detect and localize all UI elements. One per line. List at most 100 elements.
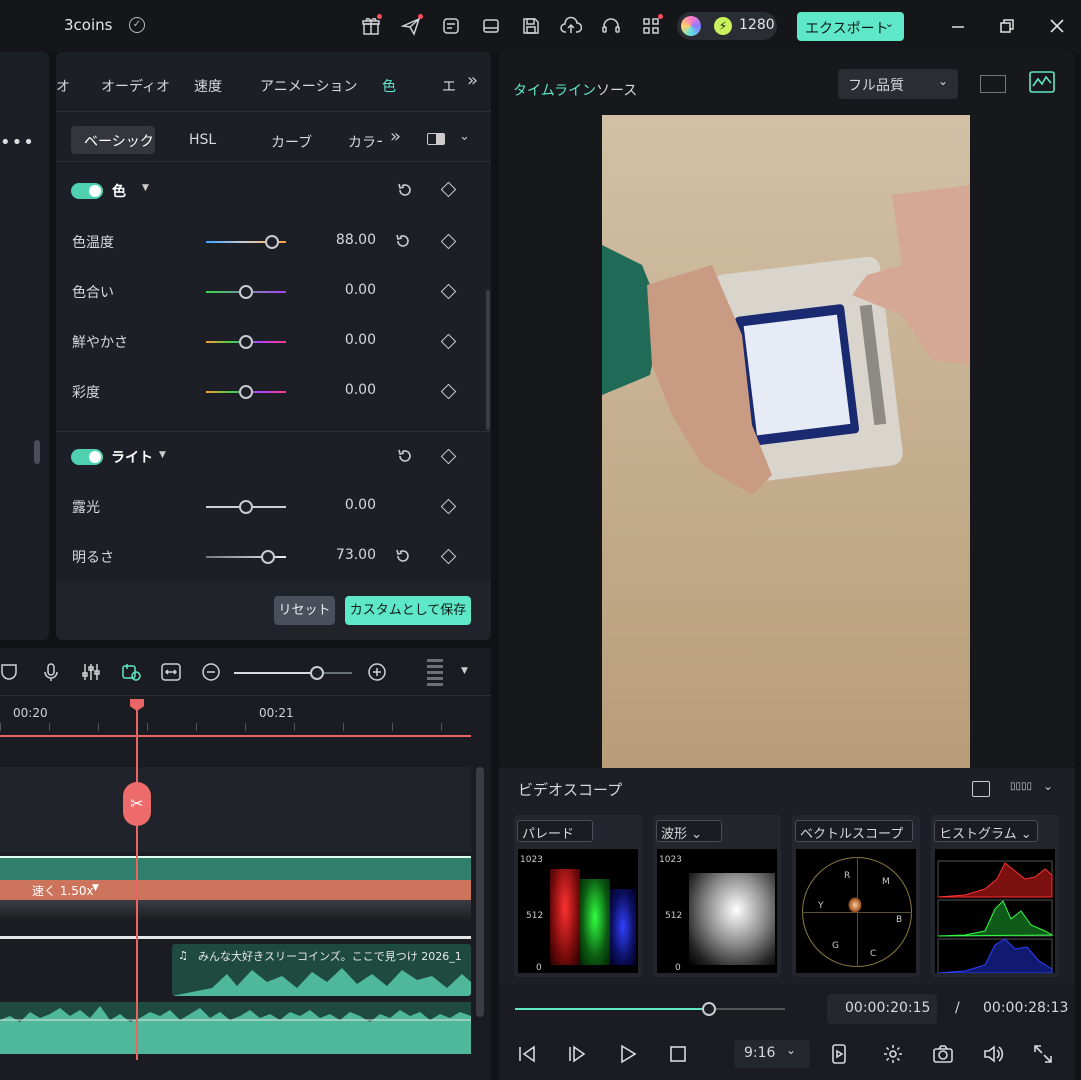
layout-icon[interactable] (479, 14, 503, 38)
slider-knob[interactable] (239, 285, 253, 299)
more-icon[interactable]: ••• (0, 132, 35, 153)
compare-icon[interactable] (427, 133, 445, 145)
subtab-hsl[interactable]: HSL (189, 132, 216, 148)
snapshot-icon[interactable] (932, 1043, 954, 1065)
scope-type-select[interactable]: パレード ⌄ (517, 820, 593, 857)
reset-icon[interactable] (396, 181, 414, 199)
audio-track-clip[interactable] (0, 1002, 471, 1054)
gift-icon[interactable] (359, 14, 383, 38)
caret-down-icon[interactable]: ▼ (92, 883, 99, 893)
scrollbar[interactable] (34, 440, 40, 464)
next-frame-icon[interactable] (566, 1043, 588, 1065)
scissors-icon[interactable]: ✂ (123, 782, 151, 826)
close-icon[interactable] (1045, 14, 1069, 38)
row-value[interactable]: 0.00 (316, 332, 376, 348)
chevron-down-icon[interactable]: ⌄ (1043, 779, 1053, 793)
apps-icon[interactable] (639, 14, 663, 38)
send-icon[interactable] (399, 14, 423, 38)
vibrance-slider[interactable] (206, 335, 286, 349)
tab-video[interactable]: オ (56, 76, 70, 96)
tab-audio[interactable]: オーディオ (101, 76, 170, 96)
save-custom-button[interactable]: カスタムとして保存 (345, 596, 471, 625)
reset-icon[interactable] (394, 547, 412, 565)
headset-icon[interactable] (599, 14, 623, 38)
aspect-ratio-select[interactable]: 9:16 ⌄ (734, 1040, 810, 1068)
slider-knob[interactable] (239, 385, 253, 399)
popout-icon[interactable] (972, 781, 990, 797)
zoom-out-icon[interactable] (200, 661, 222, 683)
audio-clip[interactable]: ♫ みんな大好きスリーコインズ。ここで見つけ 2026_1 (172, 944, 471, 996)
tab-animation[interactable]: アニメーション (260, 76, 357, 96)
brightness-slider[interactable] (206, 550, 286, 564)
video-preview[interactable] (602, 115, 970, 768)
scope-type-select[interactable]: ベクトルスコープ ⌄ (795, 820, 913, 857)
caret-down-icon[interactable]: ▼ (159, 450, 166, 460)
fit-timeline-icon[interactable] (160, 661, 182, 683)
progress-knob[interactable] (702, 1002, 717, 1016)
quality-select[interactable]: フル品質 ⌄ (838, 69, 958, 99)
video-clip[interactable] (0, 856, 471, 880)
subtab-curve[interactable]: カーブ (271, 132, 312, 152)
row-value[interactable]: 0.00 (316, 282, 376, 298)
grid-icon[interactable] (980, 75, 1006, 93)
slider-knob[interactable] (239, 335, 253, 349)
row-value[interactable]: 0.00 (316, 382, 376, 398)
light-toggle[interactable] (71, 449, 103, 465)
settings-icon[interactable] (882, 1043, 904, 1065)
render-preview-icon[interactable] (828, 1043, 850, 1065)
row-value[interactable]: 88.00 (316, 232, 376, 248)
progress-track[interactable] (515, 1002, 785, 1016)
fullscreen-icon[interactable] (1032, 1043, 1054, 1065)
scope-layout[interactable]: ▯▯▯▯ (1010, 781, 1032, 792)
tab-timeline[interactable]: タイムライン (513, 80, 596, 100)
restore-icon[interactable] (995, 14, 1019, 38)
row-value[interactable]: 0.00 (316, 497, 376, 513)
time-ruler[interactable]: 00:20 00:21 (0, 697, 471, 737)
task-icon[interactable] (439, 14, 463, 38)
tab-source[interactable]: ソース (596, 80, 637, 100)
scope-type-select[interactable]: 波形 ⌄ (656, 820, 722, 842)
stop-icon[interactable] (667, 1043, 689, 1065)
timeline-scrollbar[interactable] (476, 767, 484, 1017)
tint-slider[interactable] (206, 285, 286, 299)
shield-icon[interactable] (0, 661, 20, 683)
caret-down-icon[interactable]: ▼ (142, 183, 149, 193)
cloud-upload-icon[interactable] (559, 14, 583, 38)
audio-mixer-icon[interactable] (80, 661, 102, 683)
tab-effects[interactable]: エ (442, 76, 456, 96)
more-tabs-icon[interactable]: » (467, 70, 478, 91)
minimize-icon[interactable] (946, 14, 970, 38)
reset-button[interactable]: リセット (274, 596, 335, 625)
zoom-knob[interactable] (309, 666, 324, 680)
scrollbar[interactable] (486, 290, 490, 430)
play-icon[interactable] (617, 1043, 639, 1065)
reset-icon[interactable] (394, 232, 412, 250)
credits-pill[interactable]: ⚡ 1280 (677, 12, 777, 40)
previous-frame-icon[interactable] (516, 1043, 538, 1065)
playhead[interactable] (136, 700, 138, 1060)
keyframe-icon[interactable] (440, 181, 457, 198)
tab-speed[interactable]: 速度 (194, 76, 222, 96)
exposure-slider[interactable] (206, 500, 286, 514)
saved-check-icon[interactable]: ✓ (129, 17, 145, 33)
caret-down-icon[interactable]: ▼ (461, 666, 468, 676)
tab-color[interactable]: 色 (382, 76, 396, 96)
temperature-slider[interactable] (206, 235, 286, 249)
subtab-color-wheel[interactable]: カラー (348, 132, 382, 152)
slider-knob[interactable] (239, 500, 253, 514)
reset-icon[interactable] (396, 447, 414, 465)
color-toggle[interactable] (71, 183, 103, 199)
volume-icon[interactable] (982, 1043, 1004, 1065)
videoscope-icon[interactable] (1029, 71, 1055, 93)
chevron-down-icon[interactable]: ⌄ (459, 129, 470, 144)
track-height-icon[interactable] (427, 659, 443, 687)
scope-type-select[interactable]: ヒストグラム ⌄ (934, 820, 1038, 842)
saturation-slider[interactable] (206, 385, 286, 399)
row-value[interactable]: 73.00 (316, 547, 376, 563)
zoom-in-icon[interactable] (366, 661, 388, 683)
auto-ripple-icon[interactable] (120, 661, 142, 683)
zoom-slider[interactable] (234, 666, 352, 680)
more-subtabs-icon[interactable]: » (390, 126, 401, 147)
subtab-basic[interactable]: ベーシック (71, 126, 155, 154)
speed-bar[interactable]: 速く 1.50x ▼ (0, 880, 471, 900)
